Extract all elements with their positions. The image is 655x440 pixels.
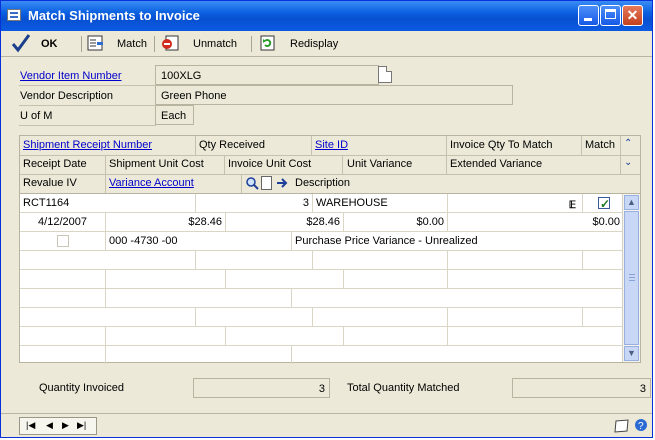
redisplay-button[interactable]: Redisplay [290,35,338,53]
unit-variance-cell: $0.00 [344,213,448,231]
toolbar: OK Match Unmatch Redisplay [1,31,652,57]
minimize-button[interactable] [578,5,599,26]
col-revalue-iv: Revalue IV [20,174,106,193]
ok-button[interactable]: OK [41,35,58,53]
receipt-number-cell[interactable]: RCT1164 [20,194,196,212]
invoice-qty-cell[interactable]: 𝔼 [448,194,583,212]
window: Match Shipments to Invoice ✕ OK Match Un… [0,0,653,438]
title-bar: Match Shipments to Invoice ✕ [1,1,652,31]
match-button[interactable]: Match [117,35,147,53]
table-row[interactable] [20,327,623,346]
col-shipment-receipt-number[interactable]: Shipment Receipt Number [20,136,196,155]
variance-account-cell[interactable]: 000 -4730 -00 [106,232,292,250]
col-qty-received: Qty Received [196,136,312,155]
table-row[interactable]: 000 -4730 -00 Purchase Price Variance - … [20,232,623,251]
unmatch-icon [162,35,179,51]
maximize-button[interactable] [600,5,621,26]
previous-record-icon[interactable]: ◀ [46,420,53,431]
close-icon: ✕ [626,7,639,23]
uofm-value: Each [155,105,194,125]
next-record-icon[interactable]: ▶ [62,420,69,431]
revalue-checkbox[interactable] [57,235,69,247]
expansion-icon[interactable]: 𝔼 [569,197,576,212]
scroll-thumb[interactable] [624,211,639,345]
arrow-right-icon[interactable] [276,177,289,189]
expand-icon[interactable]: ⌄ [624,157,632,168]
check-mark-icon: ✓ [600,197,611,211]
col-invoice-unit-cost: Invoice Unit Cost [225,155,343,174]
shipments-grid: RCT1164 3 WAREHOUSE 𝔼 ✓ 4/12/2007 $28.46… [19,193,641,365]
svg-text:?: ? [638,421,644,432]
vertical-scrollbar[interactable]: ▲ ▼ [622,194,640,362]
first-record-icon[interactable]: |◀ [26,420,35,431]
col-shipment-unit-cost: Shipment Unit Cost [106,155,225,174]
vendor-item-number-value: 100XLG [155,65,379,85]
total-quantity-matched-label: Total Quantity Matched [347,382,460,394]
qty-received-cell: 3 [196,194,313,212]
quantity-invoiced-label: Quantity Invoiced [39,382,124,394]
window-title: Match Shipments to Invoice [28,8,200,23]
match-checkbox[interactable]: ✓ [598,197,611,211]
quantity-invoiced-value: 3 [193,378,330,398]
status-bar: |◀ ◀ ▶ ▶| ? [1,413,652,437]
help-icon[interactable]: ? [634,418,648,432]
col-unit-variance: Unit Variance [343,155,447,174]
col-description: Description [295,177,351,189]
uofm-label: U of M [20,110,53,122]
invoice-unit-cost-cell[interactable]: $28.46 [226,213,344,231]
total-quantity-matched-value: 3 [512,378,651,398]
close-button[interactable]: ✕ [622,5,643,26]
table-row[interactable]: RCT1164 3 WAREHOUSE 𝔼 ✓ [20,194,623,213]
vendor-item-number-link[interactable]: Vendor Item Number [20,66,122,86]
table-row[interactable]: 4/12/2007 $28.46 $28.46 $0.00 $0.00 [20,213,623,232]
new-note-icon[interactable] [261,176,272,190]
match-cell[interactable]: ✓ [583,194,623,212]
collapse-icon[interactable]: ⌃ [624,138,632,149]
table-row[interactable] [20,251,623,270]
extended-variance-cell: $0.00 [592,216,620,228]
site-id-cell[interactable]: WAREHOUSE [313,194,448,212]
scroll-down-button[interactable]: ▼ [624,346,639,361]
checkmark-icon [11,34,31,53]
revalue-cell[interactable] [20,232,106,250]
last-record-icon[interactable]: ▶| [77,420,86,431]
table-row[interactable] [20,289,623,308]
table-row[interactable] [20,346,623,365]
receipt-date-cell: 4/12/2007 [20,213,106,231]
vendor-description-value: Green Phone [155,85,513,105]
table-row[interactable] [20,270,623,289]
note-icon[interactable] [613,418,631,434]
vendor-description-label: Vendor Description [20,90,113,102]
col-match: Match [582,136,621,155]
shipment-unit-cost-cell: $28.46 [106,213,226,231]
account-description-cell: Purchase Price Variance - Unrealized [295,235,478,247]
match-icon [87,35,103,51]
col-extended-variance: Extended Variance [447,155,621,174]
col-invoice-qty-to-match: Invoice Qty To Match [447,136,582,155]
table-row[interactable] [20,308,623,327]
record-navigator: |◀ ◀ ▶ ▶| [19,417,97,435]
redisplay-icon [260,35,275,51]
lookup-icon[interactable] [245,176,259,190]
note-icon[interactable] [378,66,392,83]
scroll-up-button[interactable]: ▲ [624,195,639,210]
unmatch-button[interactable]: Unmatch [193,35,237,53]
grid-header: Shipment Receipt Number Qty Received Sit… [19,135,641,194]
col-site-id[interactable]: Site ID [312,136,447,155]
col-variance-account[interactable]: Variance Account [106,174,242,193]
col-receipt-date: Receipt Date [20,155,106,174]
window-icon [7,9,21,21]
